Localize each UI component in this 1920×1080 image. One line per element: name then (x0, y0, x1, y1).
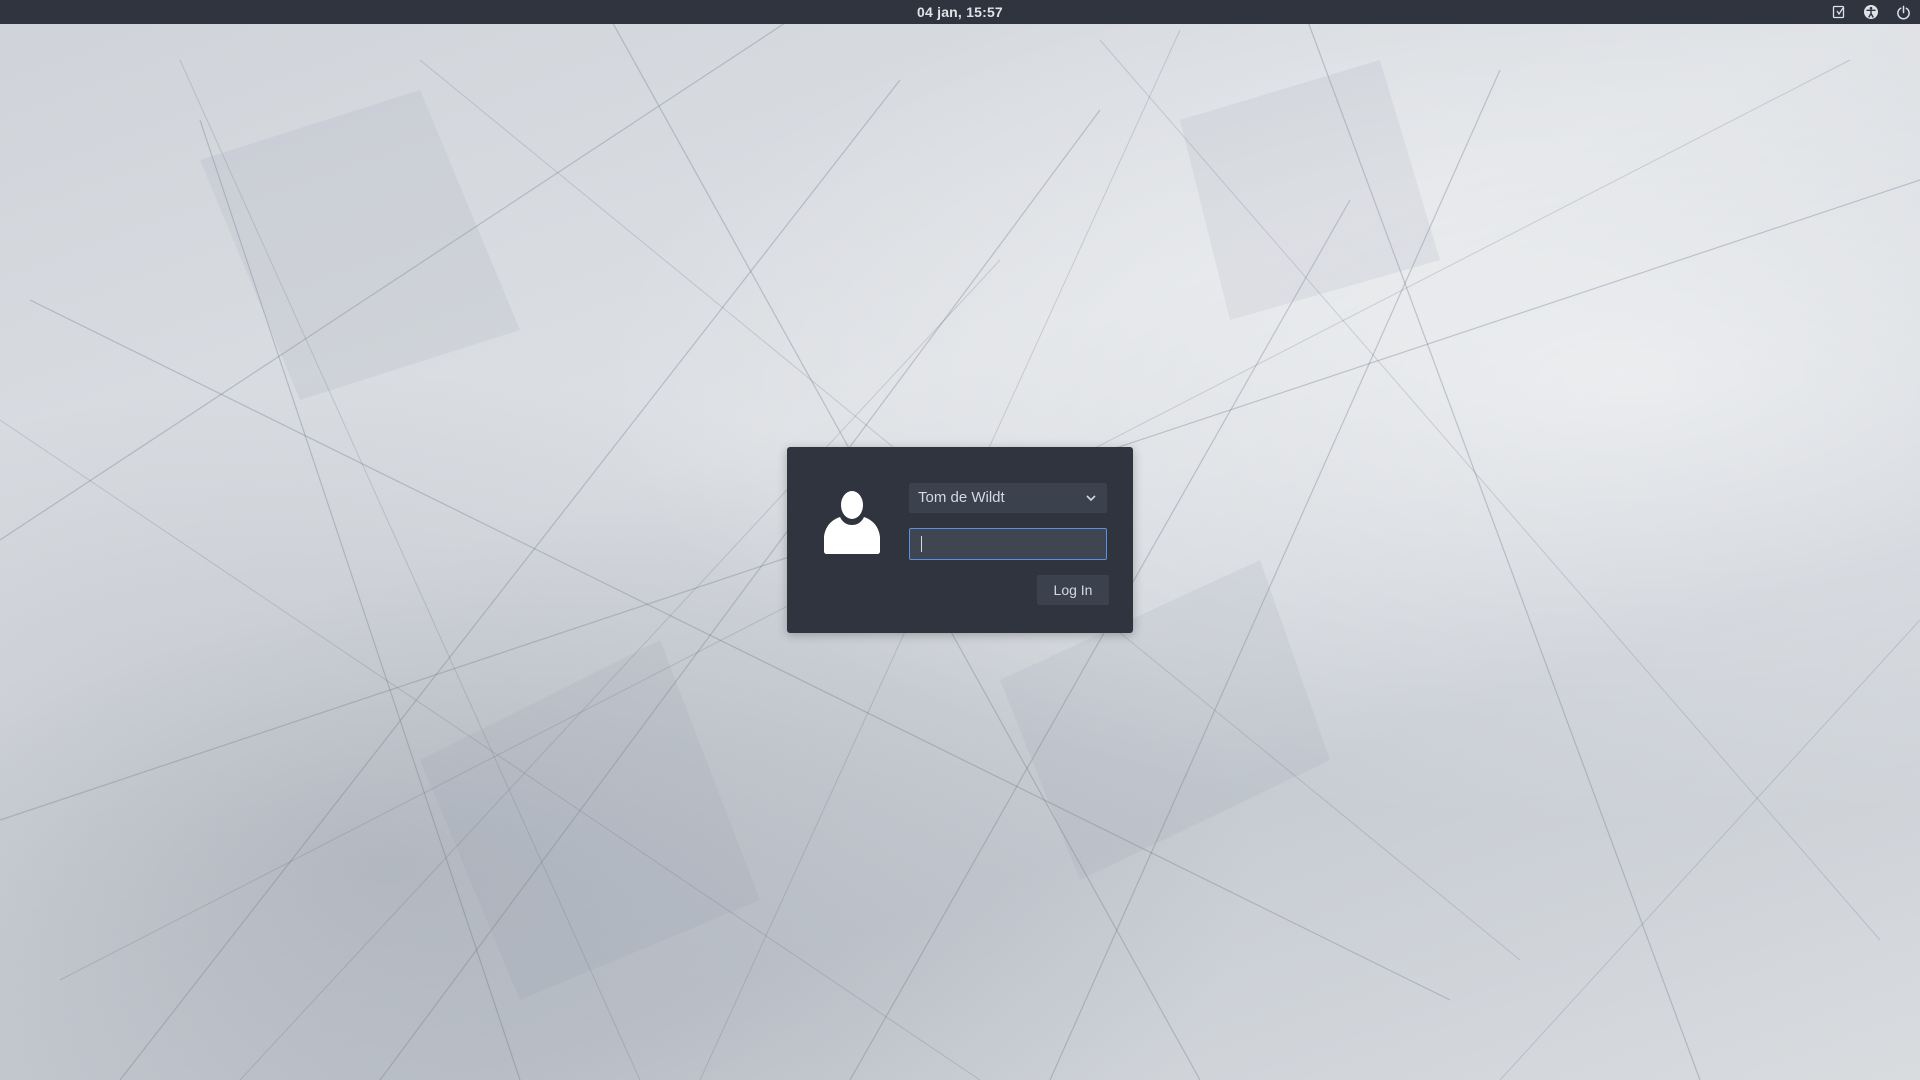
panel-clock[interactable]: 04 jan, 15:57 (0, 0, 1920, 24)
login-dialog: Tom de Wildt Log In (787, 447, 1133, 633)
chevron-down-icon (1086, 495, 1096, 502)
power-icon[interactable] (1894, 3, 1912, 21)
top-panel: 04 jan, 15:57 (0, 0, 1920, 24)
user-select-dropdown[interactable]: Tom de Wildt (909, 483, 1107, 513)
keyboard-layout-icon[interactable] (1830, 3, 1848, 21)
user-avatar-icon (823, 487, 881, 557)
login-button[interactable]: Log In (1037, 575, 1109, 605)
accessibility-icon[interactable] (1862, 3, 1880, 21)
password-input[interactable] (909, 528, 1107, 560)
panel-indicators (1830, 0, 1912, 24)
text-cursor (921, 536, 922, 552)
selected-user-name: Tom de Wildt (918, 489, 1005, 506)
